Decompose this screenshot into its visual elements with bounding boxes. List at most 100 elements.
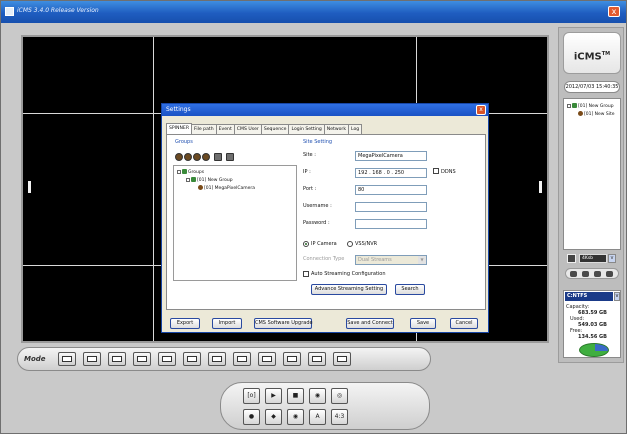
record-icon[interactable]: ■ [287, 388, 304, 404]
edit-icon[interactable] [193, 153, 201, 161]
audio-icon[interactable]: ◉ [309, 388, 326, 404]
next-icon[interactable] [606, 271, 613, 277]
cms-software-upgrade-button[interactable]: CMS Software Upgrade [254, 318, 313, 329]
ddns-checkbox[interactable] [433, 168, 439, 174]
ip-camera-label: IP Camera [311, 241, 337, 247]
save-button[interactable]: Save [410, 318, 436, 329]
layout-mode-button[interactable] [83, 352, 101, 366]
dialog-close-button[interactable]: x [476, 105, 486, 115]
tree-item-site[interactable]: [01] New Site [578, 111, 615, 117]
ip-camera-radio[interactable] [303, 241, 309, 247]
lock-icon[interactable]: A [309, 409, 326, 425]
left-edge-handle[interactable] [28, 181, 31, 193]
tree-item-group[interactable]: [01] New Group [567, 103, 614, 109]
stream-selector: 4Ksb v [567, 254, 617, 264]
talk-icon[interactable]: ◎ [331, 388, 348, 404]
save-and-connect-button[interactable]: Save and Connect [346, 318, 394, 329]
layout-mode-button[interactable] [133, 352, 151, 366]
expand-icon[interactable] [186, 177, 190, 182]
tree-item-label: [01] New Site [584, 112, 615, 117]
expand-icon[interactable] [567, 103, 571, 108]
site-setting-label: Site Setting [303, 139, 333, 145]
tree-item-root[interactable]: Groups [177, 169, 204, 175]
settings-dialog: Settings x SPINNER File path Event CMS User… [161, 103, 489, 333]
settings-tabs: SPINNER File path Event CMS User Sequence Log… [166, 123, 363, 135]
move-up-icon[interactable] [214, 153, 222, 161]
add-group-icon[interactable] [175, 153, 183, 161]
folder-icon [191, 177, 196, 182]
layout-mode-button[interactable] [108, 352, 126, 366]
cancel-button[interactable]: Cancel [450, 318, 478, 329]
auto-streaming-checkbox[interactable] [303, 271, 309, 277]
layout-grid-icon [162, 356, 172, 362]
drive-select[interactable]: C:NTFS [565, 292, 613, 301]
layout-mode-button[interactable] [258, 352, 276, 366]
layout-grid-icon [187, 356, 197, 362]
disk-usage-panel: C:NTFS v Capacity: 683.59 GB Used: 549.0… [563, 290, 621, 358]
device-tree[interactable]: [01] New Group [01] New Site [563, 98, 621, 250]
groups-tree[interactable]: Groups [01] New Group [01] MegaPixelCame… [173, 165, 297, 281]
layout-grid-icon [337, 356, 347, 362]
snapshot-icon[interactable]: [o] [243, 388, 260, 404]
close-window-button[interactable]: x [608, 6, 620, 17]
used-slice [595, 344, 608, 351]
app-icon [5, 7, 14, 16]
auto-streaming-label: Auto Streaming Configuration [311, 271, 386, 277]
layout-grid-icon [212, 356, 222, 362]
layout-mode-button[interactable] [208, 352, 226, 366]
logo-text: iCMS [573, 51, 602, 63]
page-1-icon[interactable] [582, 271, 589, 277]
page-2-icon[interactable] [594, 271, 601, 277]
site-field[interactable]: MegaPixelCamera [355, 151, 427, 161]
tree-item-camera[interactable]: [01] MegaPixelCamera [198, 185, 255, 191]
stream-select[interactable]: 4Ksb [579, 254, 607, 263]
layout-grid-icon [62, 356, 72, 362]
connection-type-label: Connection Type [303, 256, 345, 262]
zoom-icon[interactable]: ◉ [287, 409, 304, 425]
tree-item-group[interactable]: [01] New Group [186, 177, 233, 183]
video-icon[interactable]: ● [243, 409, 260, 425]
tree-item-label: [01] New Group [197, 178, 233, 183]
move-down-icon[interactable] [226, 153, 234, 161]
layout-mode-button[interactable] [58, 352, 76, 366]
vss-nvr-radio[interactable] [347, 241, 353, 247]
dialog-title: Settings [166, 106, 191, 113]
port-field[interactable]: 80 [355, 185, 427, 195]
chevron-down-icon[interactable]: v [608, 254, 616, 263]
export-button[interactable]: Export [170, 318, 200, 329]
group-toolbar [175, 153, 235, 163]
mode-label: Mode [24, 355, 46, 363]
delete-icon[interactable] [202, 153, 210, 161]
add-site-icon[interactable] [184, 153, 192, 161]
username-field[interactable] [355, 202, 427, 212]
previous-icon[interactable] [570, 271, 577, 277]
layout-mode-button[interactable] [158, 352, 176, 366]
layout-mode-button[interactable] [333, 352, 351, 366]
layout-grid-icon [137, 356, 147, 362]
layout-mode-button[interactable] [283, 352, 301, 366]
layout-mode-button[interactable] [183, 352, 201, 366]
connection-type-value: Dual Streams [358, 257, 392, 263]
connection-type-select[interactable]: Dual Streams ▼ [355, 255, 427, 265]
layout-mode-button[interactable] [308, 352, 326, 366]
chevron-down-icon[interactable]: v [614, 292, 620, 301]
search-button[interactable]: Search [395, 284, 425, 295]
layout-mode-button[interactable] [233, 352, 251, 366]
layout-grid-icon [112, 356, 122, 362]
ip-field[interactable]: 192 . 168 . 0 . 250 [355, 168, 427, 178]
advance-streaming-setting-button[interactable]: Advance Streaming Setting [311, 284, 387, 295]
playback-icon[interactable]: ◆ [265, 409, 282, 425]
tree-item-label: Groups [188, 170, 205, 175]
import-button[interactable]: Import [212, 318, 242, 329]
groups-label: Groups [175, 139, 193, 145]
layout-grid-icon [87, 356, 97, 362]
disk-usage-pie-icon [579, 343, 609, 357]
play-icon[interactable]: ▶ [265, 388, 282, 404]
tree-item-label: [01] MegaPixelCamera [204, 186, 256, 191]
right-edge-handle[interactable] [539, 181, 542, 193]
expand-icon[interactable] [177, 169, 181, 174]
aspect-ratio-button[interactable]: 4:3 [331, 409, 348, 425]
password-field[interactable] [355, 219, 427, 229]
password-label: Password : [303, 220, 330, 226]
window-title: iCMS 3.4.0 Release Version [17, 7, 99, 14]
